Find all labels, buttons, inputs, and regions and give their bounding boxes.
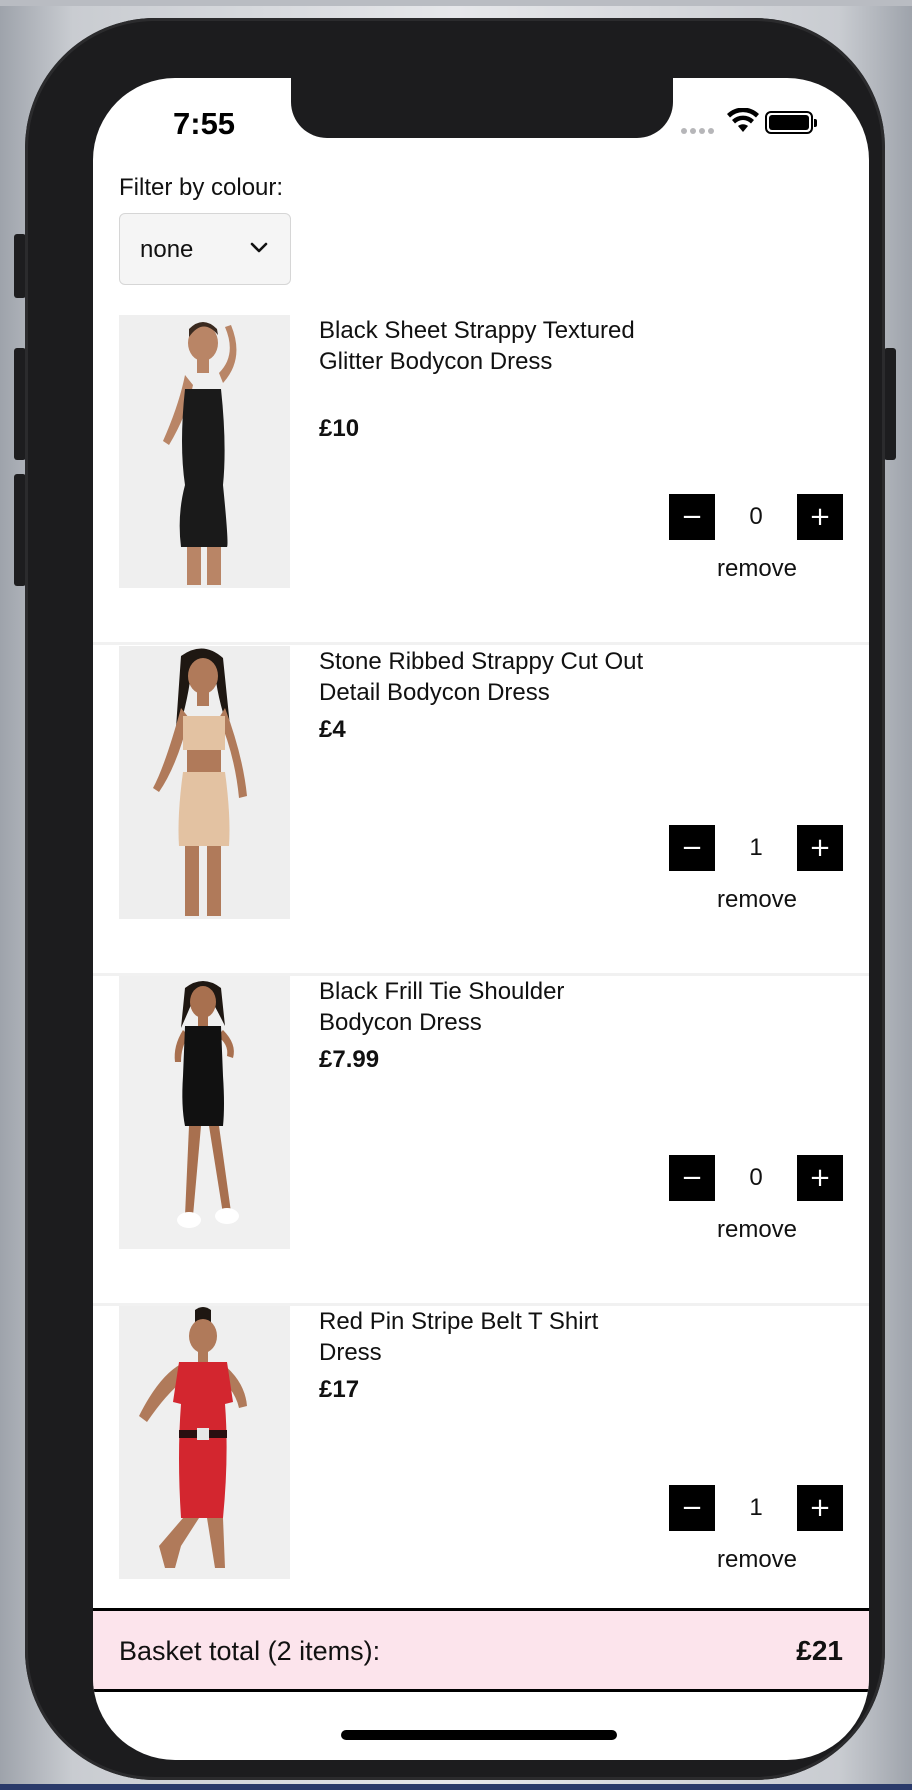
increase-quantity-button[interactable]: + (797, 1485, 843, 1531)
product-price: £4 (319, 716, 346, 743)
product-image[interactable] (119, 1306, 290, 1579)
increase-quantity-button[interactable]: + (797, 494, 843, 540)
chevron-down-icon (250, 242, 268, 253)
increase-quantity-button[interactable]: + (797, 825, 843, 871)
product-price: £7.99 (319, 1046, 380, 1073)
skirt-shape (178, 772, 230, 846)
product-name: Red Pin Stripe Belt T Shirt Dress (319, 1308, 599, 1366)
remove-button[interactable]: remove (689, 886, 825, 914)
product-price: £10 (319, 415, 360, 442)
phone-power-button (884, 348, 896, 460)
wifi-icon (727, 108, 759, 132)
cellular-dots-icon (681, 121, 717, 139)
basket-total-value: £21 (796, 1635, 843, 1666)
filter-label: Filter by colour: (119, 174, 284, 201)
battery-icon (765, 111, 817, 134)
product-name: Black Sheet Strappy Textured Glitter Bod… (319, 317, 635, 375)
colour-filter-select[interactable]: none (119, 213, 291, 285)
basket-total-bar: Basket total (2 items): £21 (93, 1608, 869, 1692)
decrease-quantity-button[interactable]: − (669, 825, 715, 871)
desktop-taskbar-edge (0, 1784, 912, 1790)
desktop-background (0, 0, 912, 6)
product-item: Stone Ribbed Strappy Cut Out Detail Body… (93, 646, 869, 976)
decrease-quantity-button[interactable]: − (669, 494, 715, 540)
product-item: Black Frill Tie Shoulder Bodycon Dress £… (93, 976, 869, 1306)
phone-frame: 7:55 Filter by colour: none Black Sheet … (25, 18, 885, 1780)
product-item: Black Sheet Strappy Textured Glitter Bod… (93, 315, 869, 645)
decrease-quantity-button[interactable]: − (669, 1155, 715, 1201)
dress-shape (179, 389, 228, 547)
remove-button[interactable]: remove (689, 555, 825, 583)
colour-filter-value: none (140, 236, 194, 263)
product-name: Black Frill Tie Shoulder Bodycon Dress (319, 978, 565, 1036)
product-name: Stone Ribbed Strappy Cut Out Detail Body… (319, 648, 644, 706)
quantity-value: 0 (749, 1164, 763, 1191)
product-image[interactable] (119, 976, 290, 1249)
status-time: 7:55 (173, 106, 236, 141)
remove-button[interactable]: remove (689, 1546, 825, 1574)
decrease-quantity-button[interactable]: − (669, 1485, 715, 1531)
product-price: £17 (319, 1376, 360, 1403)
status-icons (681, 108, 831, 138)
phone-notch (291, 78, 673, 138)
product-image[interactable] (119, 646, 290, 919)
remove-button[interactable]: remove (689, 1216, 825, 1244)
product-image[interactable] (119, 315, 290, 588)
home-indicator[interactable] (341, 1730, 617, 1740)
quantity-value: 1 (749, 1494, 763, 1521)
phone-screen: 7:55 Filter by colour: none Black Sheet … (93, 78, 869, 1760)
product-item: Red Pin Stripe Belt T Shirt Dress £17 − … (93, 1306, 869, 1636)
increase-quantity-button[interactable]: + (797, 1155, 843, 1201)
basket-total-label: Basket total (2 items): (119, 1636, 381, 1666)
top-shape (183, 716, 225, 750)
quantity-value: 0 (749, 503, 763, 530)
dress-shape (182, 1026, 224, 1126)
quantity-value: 1 (749, 834, 763, 861)
